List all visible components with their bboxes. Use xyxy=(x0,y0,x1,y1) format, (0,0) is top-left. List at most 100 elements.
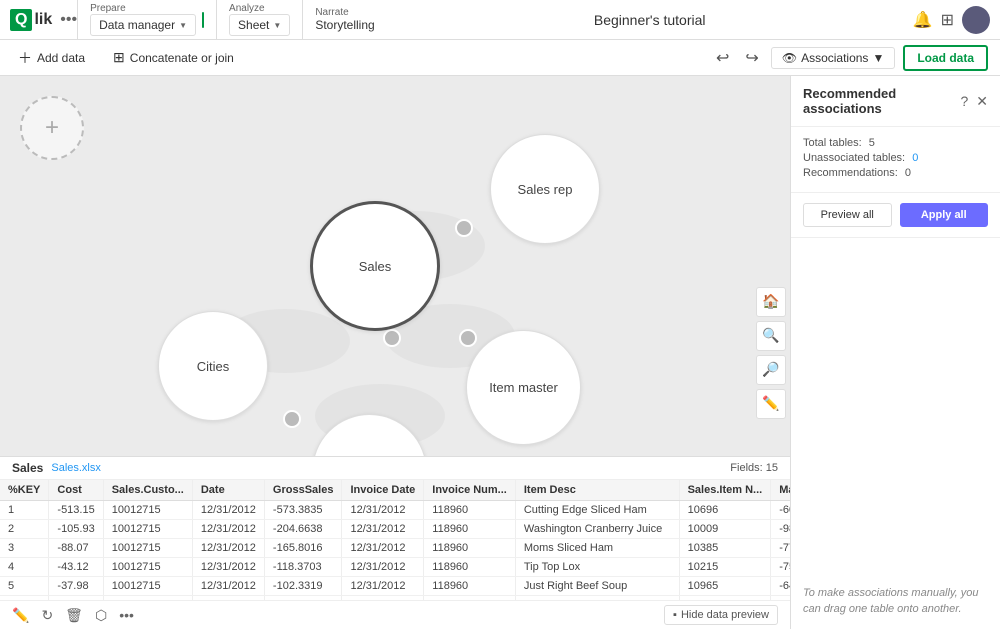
prepare-section-value: Data manager xyxy=(99,18,175,32)
edit-icon[interactable]: ✏️ xyxy=(12,607,29,624)
panel-close-icon[interactable]: ✕ xyxy=(976,93,988,110)
add-data-button[interactable]: ＋ Add data xyxy=(12,44,91,72)
hide-preview-label: Hide data preview xyxy=(681,609,769,621)
sales-bubble[interactable]: Sales xyxy=(310,201,440,331)
bottom-source[interactable]: Sales.xlsx xyxy=(51,462,101,474)
column-header: Invoice Date xyxy=(342,480,424,501)
app-header: Q lik ••• Prepare Data manager ▼ Analyze… xyxy=(0,0,1000,40)
qlik-logo: Q lik xyxy=(10,9,52,31)
table-cell: 10012715 xyxy=(103,558,192,577)
concat-join-button[interactable]: ⊞ Concatenate or join xyxy=(107,45,240,70)
search-tool[interactable]: 🔍 xyxy=(756,321,786,351)
analyze-text: Analyze xyxy=(229,3,290,14)
table-cell: 12/31/2012 xyxy=(192,596,264,601)
more-icon[interactable]: ••• xyxy=(119,607,134,623)
sales-rep-bubble[interactable]: Sales rep xyxy=(490,134,600,244)
table-cell: Fantastic Pumpernickel Bread xyxy=(515,596,679,601)
delete-icon[interactable]: 🗑 xyxy=(65,607,83,624)
table-cell: 12/31/2012 xyxy=(342,539,424,558)
edit-tool[interactable]: ✏️ xyxy=(756,389,786,419)
table-cell: 10012715 xyxy=(103,539,192,558)
undo-button[interactable]: ↩ xyxy=(712,44,733,72)
panel-stats: Total tables: 5 Unassociated tables: 0 R… xyxy=(791,127,1000,193)
bottom-title: Sales xyxy=(12,461,43,475)
total-tables-label: Total tables: xyxy=(803,137,862,149)
panel-header-icons: ? ✕ xyxy=(960,93,988,110)
load-data-button[interactable]: Load data xyxy=(903,45,988,71)
table-cell: 118960 xyxy=(424,539,516,558)
qlik-lik: lik xyxy=(34,11,52,29)
table-cell: 10965 xyxy=(679,577,771,596)
panel-actions: Preview all Apply all xyxy=(791,193,1000,238)
bottom-header: Sales Sales.xlsx Fields: 15 xyxy=(0,457,790,480)
total-tables-stat: Total tables: 5 xyxy=(803,137,988,149)
table-cell: -118.3703 xyxy=(264,558,342,577)
table-cell: 3 xyxy=(0,539,49,558)
header-more-icon[interactable]: ••• xyxy=(60,11,77,29)
table-cell: -98.73 xyxy=(771,520,790,539)
table-cell: 10696 xyxy=(679,501,771,520)
main-toolbar: ＋ Add data ⊞ Concatenate or join ↩ ↪ 👁 A… xyxy=(0,40,1000,76)
column-header: Item Desc xyxy=(515,480,679,501)
table-cell: -105.93 xyxy=(49,520,103,539)
table-cell: -102.3319 xyxy=(264,577,342,596)
table-cell: 12/31/2012 xyxy=(192,539,264,558)
redo-button[interactable]: ↪ xyxy=(741,44,762,72)
table-row: 5-37.981001271512/31/2012-102.331912/31/… xyxy=(0,577,790,596)
app-title: Beginner's tutorial xyxy=(387,12,913,28)
add-table-button[interactable]: + xyxy=(20,96,84,160)
table-cell: -60.23 xyxy=(771,501,790,520)
eye-icon: 👁 xyxy=(782,51,797,65)
table-cell: 118960 xyxy=(424,520,516,539)
analyze-dropdown[interactable]: Sheet ▼ xyxy=(229,14,290,36)
table-cell: 2 xyxy=(0,520,49,539)
column-header: Sales.Item N... xyxy=(679,480,771,501)
bottom-toolbar: ✏️ ↻ 🗑 ⬡ ••• ▪ Hide data preview xyxy=(0,600,790,629)
item-master-bubble[interactable]: Item master xyxy=(466,330,581,445)
column-header: Cost xyxy=(49,480,103,501)
table-cell: Moms Sliced Ham xyxy=(515,539,679,558)
home-tool[interactable]: 🏠 xyxy=(756,287,786,317)
user-avatar[interactable] xyxy=(962,6,990,34)
table-cell: Cutting Edge Sliced Ham xyxy=(515,501,679,520)
apply-all-button[interactable]: Apply all xyxy=(900,203,989,227)
table-cell: 10009 xyxy=(679,520,771,539)
table-row: 4-43.121001271512/31/2012-118.370312/31/… xyxy=(0,558,790,577)
preview-all-button[interactable]: Preview all xyxy=(803,203,892,227)
filter-icon[interactable]: ⬡ xyxy=(95,607,107,624)
panel-help-icon[interactable]: ? xyxy=(960,93,968,109)
panel-hint-text: To make associations manually, you can d… xyxy=(803,586,988,617)
table-cell: Just Right Beef Soup xyxy=(515,577,679,596)
narrate-section: Narrate Storytelling xyxy=(302,0,386,40)
table-cell: 12/31/2012 xyxy=(342,558,424,577)
zoom-tool[interactable]: 🔎 xyxy=(756,355,786,385)
table-cell: 12/31/2012 xyxy=(192,501,264,520)
main-area: + 🏠 🔍 🔎 ✏️ Sale xyxy=(0,76,1000,629)
column-header: Sales.Custo... xyxy=(103,480,192,501)
table-cell: -204.6638 xyxy=(264,520,342,539)
table-cell: Tip Top Lox xyxy=(515,558,679,577)
table-cell: 118960 xyxy=(424,558,516,577)
table-cell: 10012715 xyxy=(103,577,192,596)
cities-bubble[interactable]: Cities xyxy=(158,311,268,421)
table-cell: -75.25 xyxy=(771,558,790,577)
prepare-dropdown[interactable]: Data manager ▼ xyxy=(90,14,196,36)
concat-icon: ⊞ xyxy=(113,49,125,66)
analyze-section: Analyze Sheet ▼ xyxy=(216,0,302,40)
table-cell: -88.07 xyxy=(49,539,103,558)
prepare-text: Prepare xyxy=(90,3,196,14)
panel-hint: To make associations manually, you can d… xyxy=(791,238,1000,629)
recommendations-val: 0 xyxy=(905,167,911,179)
concat-join-label: Concatenate or join xyxy=(130,51,234,65)
table-cell: 1 xyxy=(0,501,49,520)
refresh-icon[interactable]: ↻ xyxy=(41,607,53,624)
notifications-icon[interactable]: 🔔 xyxy=(913,10,933,30)
column-header: GrossSales xyxy=(264,480,342,501)
hide-preview-button[interactable]: ▪ Hide data preview xyxy=(664,605,778,625)
apps-grid-icon[interactable]: ⊞ xyxy=(941,10,954,30)
analyze-dropdown-arrow: ▼ xyxy=(273,21,281,30)
logo-area: Q lik ••• xyxy=(10,9,77,31)
table-row: 1-513.151001271512/31/2012-573.383512/31… xyxy=(0,501,790,520)
sales-rep-label: Sales rep xyxy=(518,182,573,197)
associations-button[interactable]: 👁 Associations ▼ xyxy=(771,47,896,69)
